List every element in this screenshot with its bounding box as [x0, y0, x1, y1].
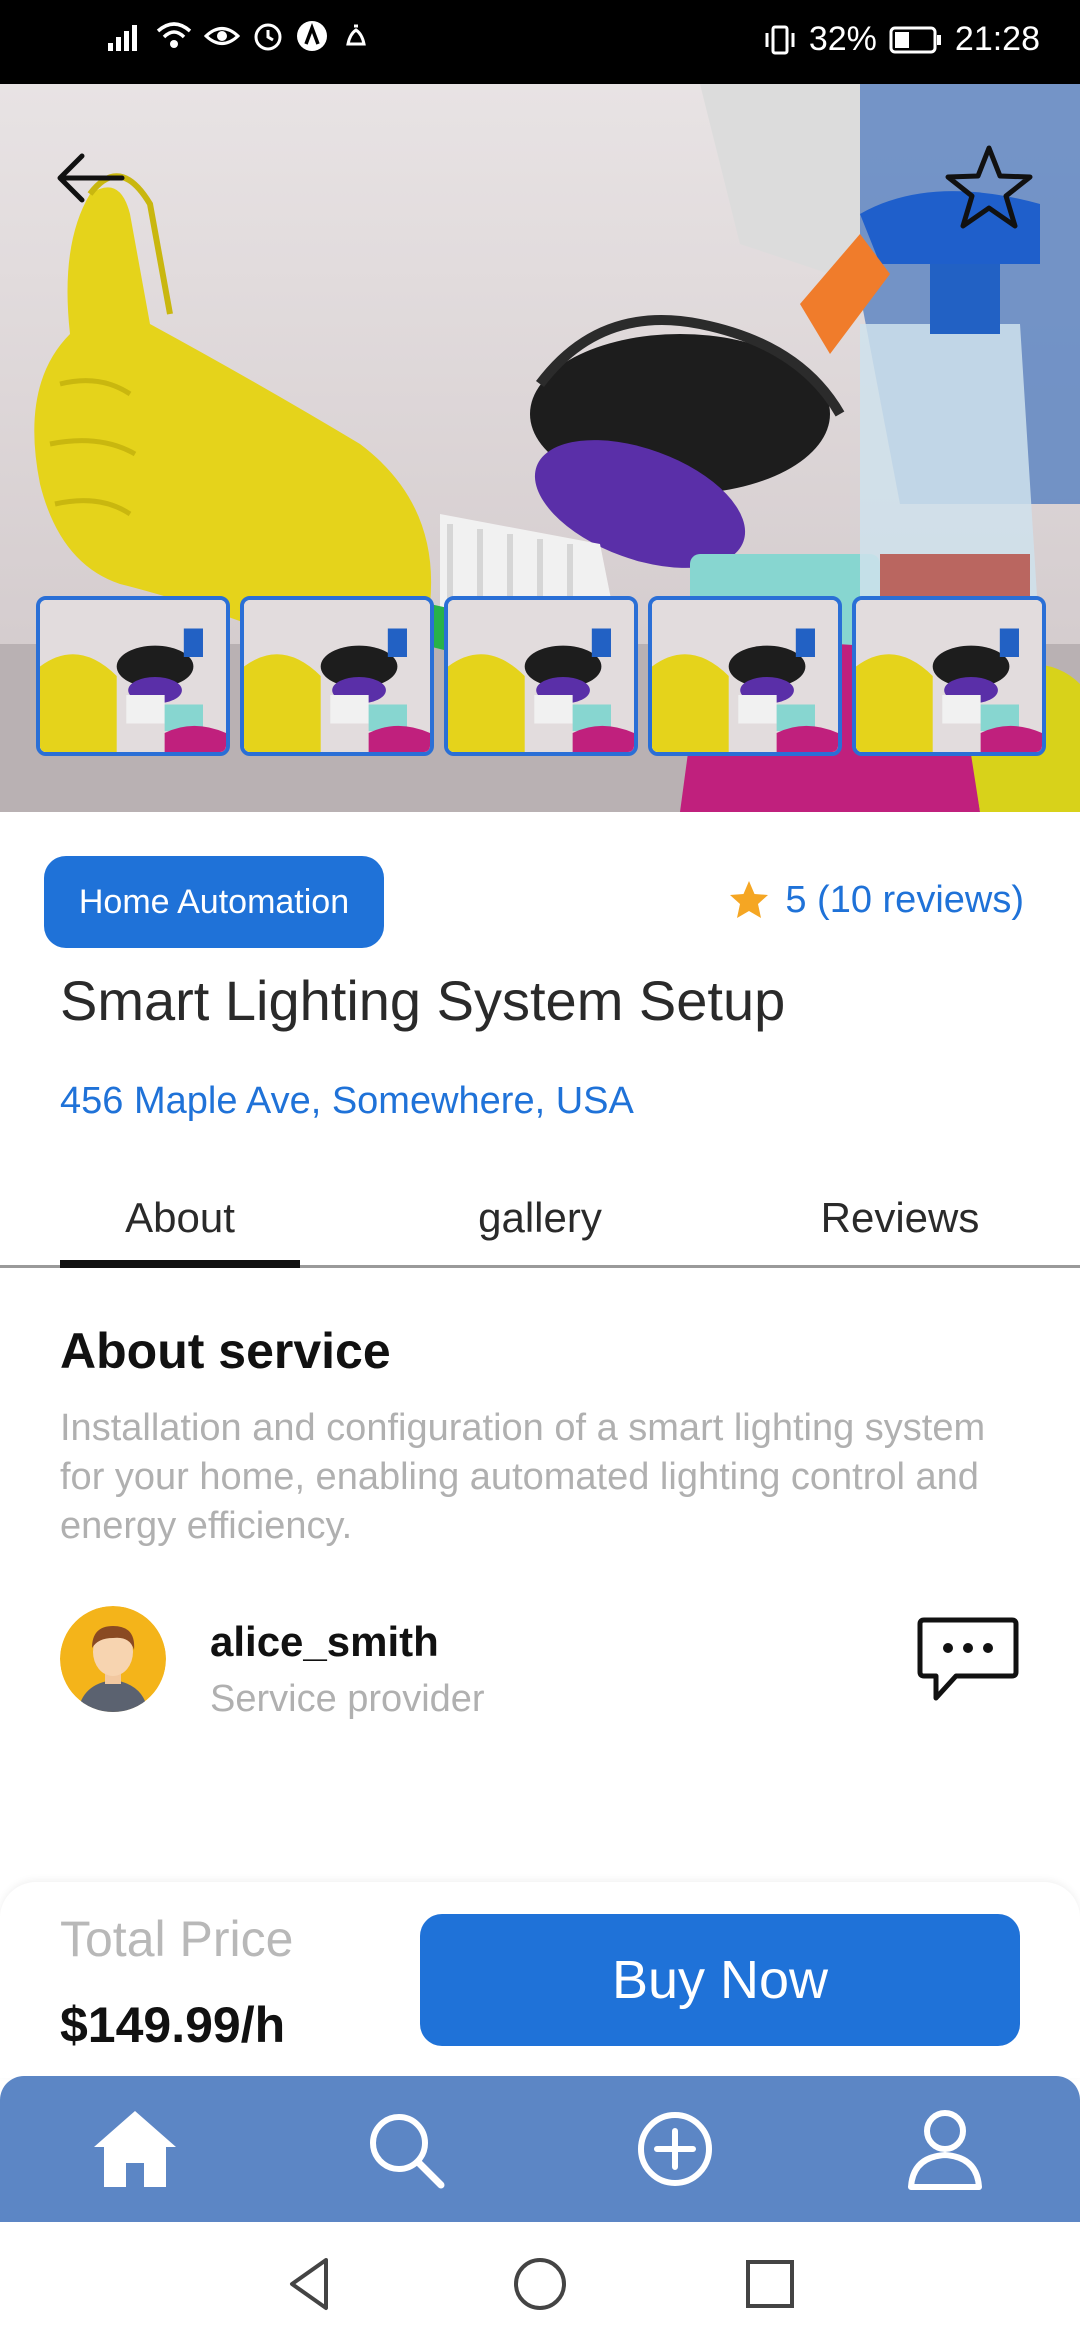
signal-icon — [108, 25, 137, 51]
system-back-icon[interactable] — [280, 2254, 340, 2314]
checkout-bar: Total Price $149.99/h Buy Now — [0, 1882, 1080, 2078]
nav-add[interactable] — [630, 2104, 720, 2194]
search-icon — [370, 2114, 445, 2189]
chat-bubble-icon[interactable] — [916, 1614, 1020, 1706]
price-value: $149.99/h — [60, 1997, 286, 2053]
active-tab-indicator — [60, 1260, 300, 1268]
system-recents-icon[interactable] — [740, 2254, 800, 2314]
nav-profile[interactable] — [900, 2104, 990, 2194]
provider-username: alice_smith — [210, 1618, 439, 1665]
about-description: Installation and configuration of a smar… — [60, 1407, 986, 1547]
service-details: Home Automation 5 (10 reviews) Smart Lig… — [0, 812, 1080, 1882]
back-arrow-icon[interactable] — [52, 148, 128, 208]
gallery-thumbnail[interactable] — [36, 596, 230, 756]
service-address[interactable]: 456 Maple Ave, Somewhere, USA — [60, 1080, 634, 1123]
category-badge[interactable]: Home Automation — [44, 856, 384, 948]
nav-app-icon — [297, 21, 327, 51]
avatar[interactable] — [60, 1606, 166, 1712]
gallery-thumbnails — [36, 596, 1046, 756]
home-icon — [94, 2111, 176, 2187]
provider-card: alice_smith Service provider — [60, 1606, 1020, 1720]
tab-gallery[interactable]: gallery — [420, 1168, 660, 1268]
system-navigation-bar — [0, 2222, 1080, 2340]
tab-about[interactable]: About — [60, 1168, 300, 1268]
about-heading: About service — [60, 1323, 391, 1379]
nav-search[interactable] — [360, 2104, 450, 2194]
alarm-icon — [254, 23, 282, 51]
favorite-star-icon[interactable] — [944, 142, 1034, 232]
gallery-thumbnail[interactable] — [444, 596, 638, 756]
hero-image — [0, 84, 1080, 812]
status-left-icons — [108, 20, 372, 52]
vibrate-icon — [765, 25, 795, 54]
clock: 21:28 — [954, 20, 1040, 58]
status-bar: 32% 21:28 — [0, 0, 1080, 84]
wifi-icon — [156, 22, 192, 48]
rating-summary[interactable]: 5 (10 reviews) — [727, 878, 1024, 922]
gallery-thumbnail[interactable] — [648, 596, 842, 756]
system-home-icon[interactable] — [510, 2254, 570, 2314]
nav-home[interactable] — [90, 2104, 180, 2194]
profile-icon — [908, 2110, 982, 2190]
detail-tabs: About gallery Reviews — [0, 1168, 1080, 1268]
add-circle-icon — [638, 2112, 712, 2186]
star-filled-icon — [730, 881, 769, 918]
buy-now-button[interactable]: Buy Now — [420, 1914, 1020, 2046]
rating-text: 5 (10 reviews) — [785, 878, 1024, 921]
service-title: Smart Lighting System Setup — [60, 969, 786, 1032]
price-label: Total Price — [60, 1911, 294, 1967]
battery-percent: 32% — [808, 20, 877, 58]
provider-role: Service provider — [210, 1678, 485, 1720]
gallery-thumbnail[interactable] — [240, 596, 434, 756]
notification-icon — [346, 24, 366, 46]
gallery-thumbnail[interactable] — [852, 596, 1046, 756]
eye-icon — [204, 27, 240, 45]
bottom-navigation — [0, 2076, 1080, 2222]
tab-reviews[interactable]: Reviews — [780, 1168, 1020, 1268]
status-right-icons: 32% 21:28 — [763, 20, 1040, 59]
battery-icon — [889, 26, 941, 53]
